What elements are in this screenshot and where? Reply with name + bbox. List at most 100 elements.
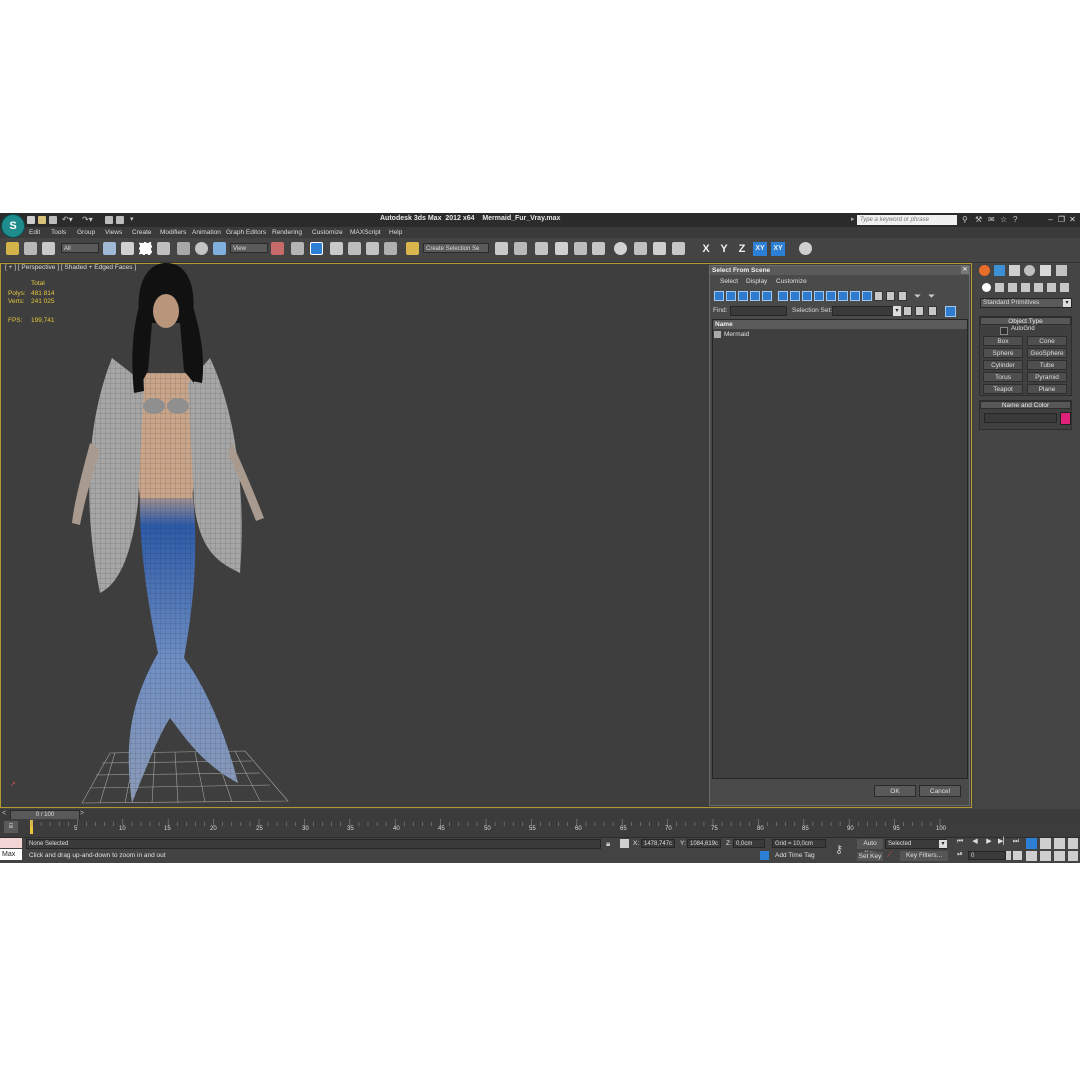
axis-y-button[interactable]: Y [717,242,731,256]
favorites-icon[interactable]: ☆ [1000,215,1007,224]
maxscript-listener-mini[interactable] [0,838,22,848]
time-configuration-icon[interactable] [1013,851,1022,860]
display-frozen-icon[interactable] [838,291,848,301]
remove-from-selection-set-icon[interactable] [928,306,937,316]
dialog-menu-display[interactable]: Display [746,278,767,285]
pan-view-icon[interactable] [1040,851,1051,861]
search-icon[interactable]: ⚲ [962,215,968,224]
selection-set-arrow-icon[interactable]: ▾ [893,306,901,316]
time-tag-icon[interactable] [760,851,769,860]
display-tab-icon[interactable] [1040,265,1051,276]
selection-filter-dropdown[interactable]: All [61,243,99,253]
undo-icon[interactable]: ↶▾ [62,216,76,224]
time-slider[interactable] [0,809,1080,819]
frame-spinner-icon[interactable] [1006,851,1011,860]
field-of-view-icon[interactable] [1026,851,1037,861]
go-to-start-icon[interactable]: ⏮ [955,837,965,847]
restore-icon[interactable]: ❐ [1057,215,1066,224]
space-warps-category-icon[interactable] [1047,283,1056,292]
render-setup-icon[interactable] [634,242,647,255]
schematic-view-icon[interactable] [592,242,605,255]
select-none-icon[interactable] [886,291,895,301]
key-filters-button[interactable]: Key Filters... [900,851,948,861]
object-type-header[interactable]: Object Type [980,317,1071,325]
menu-group[interactable]: Group [77,229,95,236]
help-icon[interactable]: ? [1013,215,1017,224]
dialog-menu-select[interactable]: Select [720,278,738,285]
lights-category-icon[interactable] [1008,283,1017,292]
sync-selection-icon[interactable] [945,306,956,317]
menu-modifiers[interactable]: Modifiers [160,229,186,236]
select-by-name-icon[interactable] [121,242,134,255]
redo-icon[interactable]: ↷▾ [82,216,96,224]
mermaid-model[interactable] [60,263,300,808]
dialog-close-icon[interactable]: ✕ [961,266,969,274]
select-and-scale-icon[interactable] [213,242,226,255]
motion-tab-icon[interactable] [1024,265,1035,276]
time-next-arrow-icon[interactable]: > [80,810,84,817]
unlink-selection-icon[interactable] [24,242,37,255]
teapot-button[interactable]: Teapot [983,384,1023,394]
torus-button[interactable]: Torus [983,372,1023,382]
filter-icon[interactable]: ⏷ [914,291,921,301]
align-icon[interactable] [514,242,527,255]
current-frame-field[interactable]: 0 [968,851,1006,860]
key-mode-arrow-icon[interactable]: ▾ [939,840,947,848]
zoom-extents-all-icon[interactable] [1068,838,1078,849]
add-to-selection-set-icon[interactable] [915,306,924,316]
set-key-icon[interactable]: ⚷ [835,843,843,856]
display-helpers-icon[interactable] [762,291,772,301]
select-and-move-icon[interactable] [177,242,190,255]
selection-set-dropdown[interactable] [832,306,900,316]
display-geometry-icon[interactable] [714,291,724,301]
shapes-category-icon[interactable] [995,283,1004,292]
key-mode-dropdown[interactable]: Selected [885,839,947,849]
list-item-mermaid[interactable]: Mermaid [724,331,749,338]
create-selection-set-icon[interactable] [903,306,912,316]
graphite-ribbon-icon[interactable] [555,242,568,255]
rendered-frame-window-icon[interactable] [653,242,666,255]
display-shapes-icon[interactable] [726,291,736,301]
systems-category-icon[interactable] [1060,283,1069,292]
reference-coordinate-dropdown[interactable]: View [230,243,268,253]
display-groups-icon[interactable] [790,291,800,301]
subscription-icon[interactable]: ⚒ [975,215,982,224]
modify-tab-icon[interactable] [994,265,1005,276]
display-xrefs-icon[interactable] [802,291,812,301]
menu-tools[interactable]: Tools [51,229,66,236]
snaps-toggle-icon[interactable] [330,242,343,255]
new-file-icon[interactable] [27,216,35,224]
display-space-warps-icon[interactable] [778,291,788,301]
play-icon[interactable]: ▶ [984,837,994,847]
tube-button[interactable]: Tube [1027,360,1067,370]
axis-x-button[interactable]: X [699,242,713,256]
display-children-icon[interactable] [862,291,872,301]
window-crossing-icon[interactable] [157,242,170,255]
select-invert-icon[interactable] [898,291,907,301]
selection-lock-icon[interactable]: 🔒︎ [606,839,610,849]
menu-create[interactable]: Create [132,229,152,236]
menu-customize[interactable]: Customize [312,229,343,236]
geosphere-button[interactable]: GeoSphere [1027,348,1067,358]
angle-snap-icon[interactable] [348,242,361,255]
primitive-category-dropdown[interactable]: Standard Primitives [980,298,1072,308]
plane-button[interactable]: Plane [1027,384,1067,394]
zoom-all-icon[interactable] [1040,838,1051,849]
quick-access-dropdown-icon[interactable]: ▾ [130,216,138,224]
object-color-swatch[interactable] [1060,412,1071,425]
auto-key-button[interactable]: Auto Key [857,839,883,857]
zoom-extents-icon[interactable] [1054,838,1065,849]
maximize-viewport-icon[interactable] [1068,851,1078,861]
orbit-icon[interactable] [1054,851,1065,861]
rectangular-selection-icon[interactable] [139,242,152,255]
z-coordinate-field[interactable]: 0,0cm [733,839,765,848]
sphere-button[interactable]: Sphere [983,348,1023,358]
go-to-end-icon[interactable]: ⏭ [1011,837,1021,847]
project-folder-icon[interactable] [105,216,113,224]
close-icon[interactable]: ✕ [1068,215,1077,224]
y-coordinate-field[interactable]: 1084,619c [687,839,721,848]
menu-animation[interactable]: Animation [192,229,221,236]
render-production-icon[interactable] [672,242,685,255]
menu-help[interactable]: Help [389,229,402,236]
menu-edit[interactable]: Edit [29,229,40,236]
